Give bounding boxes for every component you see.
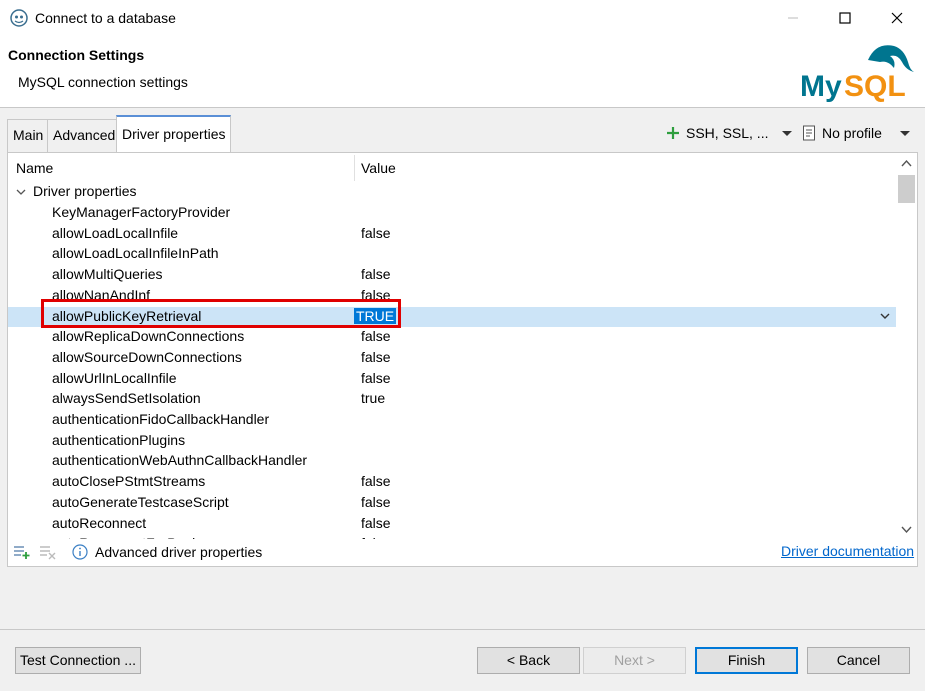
finish-button[interactable]: Finish (695, 647, 798, 674)
remove-property-icon[interactable] (39, 544, 57, 560)
chevron-down-icon[interactable] (901, 525, 912, 534)
info-icon (72, 544, 88, 560)
vertical-scrollbar[interactable] (896, 153, 917, 539)
table-row[interactable]: allowLoadLocalInfileInPath (8, 244, 896, 265)
chevron-down-icon (899, 130, 910, 136)
table-row[interactable]: authenticationWebAuthnCallbackHandler (8, 451, 896, 472)
page-subtitle: MySQL connection settings (18, 74, 188, 90)
property-name: autoReconnect (52, 514, 147, 531)
minimize-icon (788, 17, 798, 19)
tab-main[interactable]: Main (7, 119, 50, 153)
property-name: authenticationPlugins (52, 431, 186, 448)
document-icon (803, 125, 815, 141)
properties-table: Name Value Driver properties KeyManagerF… (8, 153, 896, 539)
property-value[interactable]: false (361, 515, 391, 531)
property-name: autoClosePStmtStreams (52, 473, 206, 490)
property-value[interactable]: false (361, 494, 391, 510)
property-name: allowSourceDownConnections (52, 348, 242, 365)
title-bar: Connect to a database (0, 0, 925, 36)
profile-label: No profile (822, 125, 882, 141)
table-row[interactable]: KeyManagerFactoryProvider (8, 203, 896, 224)
ssh-ssl-label: SSH, SSL, ... (686, 125, 769, 141)
column-header-name[interactable]: Name (16, 153, 53, 183)
property-value[interactable]: true (361, 390, 385, 406)
window-title: Connect to a database (35, 10, 176, 26)
property-value[interactable]: false (361, 370, 391, 386)
property-value[interactable]: false (361, 266, 391, 282)
panel-bottom-toolbar: Advanced driver properties Driver docume… (8, 539, 917, 566)
property-value[interactable]: false (361, 225, 391, 241)
dbeaver-app-icon (10, 9, 28, 27)
property-name: KeyManagerFactoryProvider (52, 204, 231, 220)
property-name: allowLoadLocalInfileInPath (52, 245, 219, 262)
advanced-driver-properties-label: Advanced driver properties (95, 544, 263, 560)
driver-documentation-link[interactable]: Driver documentation (781, 543, 914, 559)
driver-properties-panel: Name Value Driver properties KeyManagerF… (7, 152, 918, 567)
table-row[interactable]: allowMultiQueries false (8, 265, 896, 286)
add-property-icon[interactable] (13, 544, 31, 560)
svg-text:My: My (800, 70, 842, 103)
maximize-icon (839, 12, 851, 24)
table-row[interactable]: autoGenerateTestcaseScript false (8, 493, 896, 514)
maximize-button[interactable] (822, 0, 868, 36)
tab-driver-properties[interactable]: Driver properties (116, 115, 232, 153)
chevron-down-icon (782, 130, 793, 136)
property-value[interactable]: false (361, 473, 391, 489)
property-name: authenticationWebAuthnCallbackHandler (52, 452, 308, 469)
property-name: allowUrlInLocalInfile (52, 369, 177, 386)
table-row[interactable]: allowLoadLocalInfile false (8, 224, 896, 245)
chevron-down-icon[interactable] (880, 311, 890, 321)
scrollbar-thumb[interactable] (898, 175, 915, 203)
property-name: authenticationFidoCallbackHandler (52, 411, 270, 427)
plus-icon (667, 127, 679, 139)
profile-dropdown[interactable]: No profile (802, 123, 910, 143)
table-row[interactable]: allowUrlInLocalInfile false (8, 369, 896, 390)
test-connection-button[interactable]: Test Connection ... (15, 647, 141, 674)
group-row-driver-properties[interactable]: Driver properties (8, 182, 896, 203)
column-divider[interactable] (354, 155, 355, 181)
minimize-button[interactable] (770, 0, 816, 36)
ssh-ssl-dropdown[interactable]: SSH, SSL, ... (666, 123, 793, 143)
close-button[interactable] (874, 0, 920, 36)
dialog-header: Connection Settings MySQL connection set… (0, 36, 925, 108)
chevron-up-icon[interactable] (901, 159, 912, 168)
column-header-value[interactable]: Value (361, 153, 396, 183)
table-row[interactable]: autoReconnect false (8, 514, 896, 535)
svg-text:SQL: SQL (844, 70, 906, 103)
property-name: autoGenerateTestcaseScript (52, 493, 229, 510)
group-label: Driver properties (33, 183, 137, 199)
cancel-button[interactable]: Cancel (807, 647, 910, 674)
back-button[interactable]: < Back (477, 647, 580, 674)
table-row[interactable]: authenticationPlugins (8, 431, 896, 452)
table-row[interactable]: autoClosePStmtStreams false (8, 472, 896, 493)
table-row[interactable]: allowReplicaDownConnections false (8, 327, 896, 348)
property-name: allowMultiQueries (52, 266, 163, 283)
footer-divider (0, 629, 925, 630)
page-title: Connection Settings (8, 47, 145, 63)
property-value[interactable]: false (361, 328, 391, 344)
chevron-down-icon[interactable] (16, 187, 26, 197)
table-row[interactable]: authenticationFidoCallbackHandler (8, 410, 896, 431)
mysql-logo: My SQL (800, 45, 914, 103)
property-name: allowReplicaDownConnections (52, 328, 245, 345)
property-name: allowLoadLocalInfile (52, 224, 179, 241)
property-value[interactable]: false (361, 349, 391, 365)
property-name: alwaysSendSetIsolation (52, 390, 201, 407)
next-button[interactable]: Next > (583, 647, 686, 674)
tab-advanced[interactable]: Advanced (47, 119, 122, 153)
table-row[interactable]: allowSourceDownConnections false (8, 348, 896, 369)
close-icon (891, 12, 903, 24)
annotation-highlight-box (41, 299, 401, 328)
table-row[interactable]: alwaysSendSetIsolation true (8, 389, 896, 410)
